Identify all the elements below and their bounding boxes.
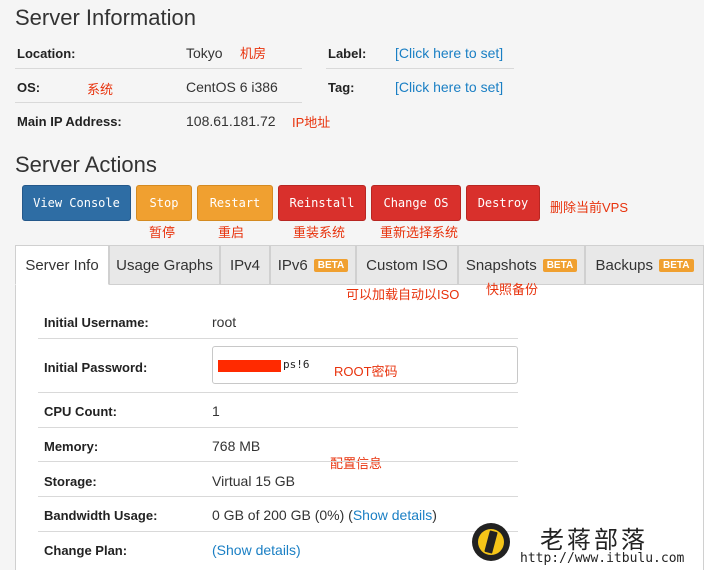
memory-value: 768 MB (212, 438, 261, 454)
bandwidth-show-details-link[interactable]: Show details (353, 507, 432, 523)
tab-ipv6[interactable]: IPv6 BETA (270, 245, 356, 285)
view-console-button[interactable]: View Console (22, 185, 131, 221)
tag-label: Tag: (328, 80, 355, 95)
location-note: 机房 (240, 46, 267, 61)
label-label: Label: (328, 46, 367, 61)
redaction-bar (218, 360, 281, 372)
initial-username-label: Initial Username: (44, 315, 149, 330)
cpu-count-value: 1 (212, 403, 220, 419)
destroy-button[interactable]: Destroy (466, 185, 540, 221)
change-os-button[interactable]: Change OS (371, 185, 461, 221)
change-os-note: 重新选择系统 (380, 225, 459, 240)
destroy-note: 删除当前VPS (550, 200, 629, 215)
stop-note: 暂停 (149, 225, 176, 240)
label-set-link[interactable]: [Click here to set] (395, 45, 503, 61)
custom-iso-note: 可以加载自动以ISO (346, 287, 460, 302)
watermark-logo-icon (472, 523, 510, 561)
tab-server-info[interactable]: Server Info (15, 245, 109, 285)
watermark-url: http://www.itbulu.com (520, 551, 685, 566)
ip-value: 108.61.181.72 (186, 113, 276, 129)
server-actions-title: Server Actions (15, 152, 157, 177)
stop-button[interactable]: Stop (136, 185, 192, 221)
tab-bar: Server Info Usage Graphs IPv4 IPv6 BETA C… (15, 245, 704, 285)
snapshots-note: 快照备份 (486, 282, 539, 297)
location-value: Tokyo (186, 45, 223, 61)
memory-label: Memory: (44, 439, 99, 454)
server-info-title: Server Information (15, 5, 196, 30)
tab-backups[interactable]: Backups BETA (585, 245, 704, 285)
ip-note: IP地址 (292, 115, 331, 130)
bandwidth-label: Bandwidth Usage: (44, 508, 158, 523)
reinstall-note: 重装系统 (293, 225, 346, 240)
os-value: CentOS 6 i386 (186, 79, 278, 95)
beta-badge: BETA (542, 258, 578, 272)
tab-ipv4[interactable]: IPv4 (220, 245, 270, 285)
restart-note: 重启 (218, 225, 245, 240)
change-plan-label: Change Plan: (44, 543, 128, 558)
os-label: OS: (17, 80, 41, 95)
initial-password-label: Initial Password: (44, 360, 148, 375)
password-note: ROOT密码 (334, 364, 398, 379)
config-note: 配置信息 (330, 456, 383, 471)
restart-button[interactable]: Restart (197, 185, 273, 221)
password-visible-suffix: ps!6 (283, 358, 310, 371)
os-note: 系统 (87, 82, 114, 97)
bandwidth-value: 0 GB of 200 GB (0%) (Show details) (212, 507, 437, 523)
tag-set-link[interactable]: [Click here to set] (395, 79, 503, 95)
beta-badge: BETA (313, 258, 349, 272)
location-label: Location: (17, 46, 76, 61)
watermark-title: 老蒋部落 (540, 526, 648, 554)
beta-badge: BETA (659, 258, 694, 272)
change-plan-link[interactable]: (Show details) (212, 542, 301, 558)
reinstall-button[interactable]: Reinstall (278, 185, 366, 221)
storage-label: Storage: (44, 474, 97, 489)
tab-custom-iso[interactable]: Custom ISO (356, 245, 458, 285)
initial-username-value: root (212, 314, 237, 330)
ip-label: Main IP Address: (17, 114, 122, 129)
tab-usage-graphs[interactable]: Usage Graphs (109, 245, 220, 285)
cpu-count-label: CPU Count: (44, 404, 117, 419)
storage-value: Virtual 15 GB (212, 473, 296, 489)
